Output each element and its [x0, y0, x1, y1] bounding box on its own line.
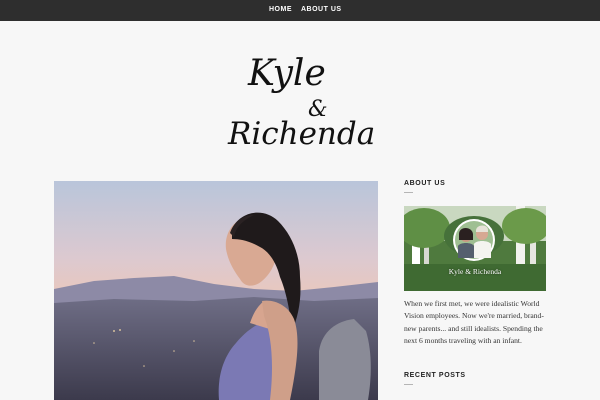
recent-posts-title-divider [404, 384, 413, 385]
about-us-photo[interactable]: Kyle & Richenda [404, 206, 546, 291]
nav-link-home[interactable]: HOME [269, 6, 292, 13]
logo-line-kyle: Kyle [247, 53, 326, 94]
site-logo[interactable]: Kyle & Richenda [220, 48, 385, 158]
about-us-widget-title: ABOUT US [404, 180, 446, 187]
nav-link-about-us[interactable]: ABOUT US [301, 6, 342, 13]
hero-photo[interactable] [54, 181, 378, 400]
about-us-photo-caption: Kyle & Richenda [448, 267, 502, 276]
hero-photo-image [54, 181, 378, 400]
recent-posts-widget-title: RECENT POSTS [404, 372, 466, 379]
about-us-photo-image [404, 206, 546, 291]
logo-line-richenda: Richenda [227, 116, 375, 152]
about-us-description: When we first met, we were idealistic Wo… [404, 299, 544, 345]
about-us-title-divider [404, 192, 413, 193]
top-navigation-bar: HOME ABOUT US [0, 0, 600, 21]
